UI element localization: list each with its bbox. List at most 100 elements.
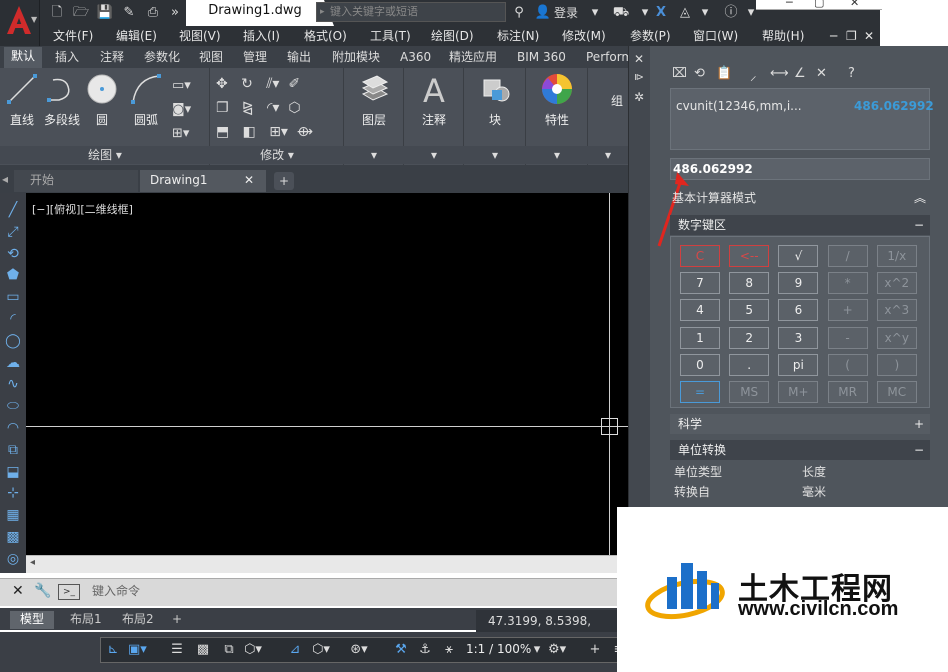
key-memory-clear[interactable]: MC bbox=[876, 381, 917, 403]
key-power[interactable]: x^y bbox=[876, 326, 917, 349]
key-5[interactable]: 5 bbox=[729, 299, 770, 322]
annotation-scale-icon[interactable]: ⚹ bbox=[440, 641, 458, 659]
make-block-icon[interactable]: ⬓ bbox=[2, 462, 24, 484]
command-prompt-icon[interactable]: >_ bbox=[58, 584, 80, 600]
line-button[interactable]: 直线 bbox=[4, 72, 40, 128]
block-button[interactable]: 块 bbox=[470, 72, 520, 128]
zoom-dropdown-icon[interactable]: ▾ bbox=[528, 641, 546, 659]
collapse-chevron-icon[interactable]: ︽ bbox=[914, 189, 926, 206]
application-menu-button[interactable]: ▼ bbox=[0, 0, 40, 46]
key-cube[interactable]: x^3 bbox=[876, 299, 917, 322]
auto-scale-icon[interactable]: ⚓ bbox=[416, 641, 434, 659]
login-dropdown-icon[interactable]: ▾ bbox=[586, 4, 604, 21]
tab-a360[interactable]: A360 bbox=[400, 48, 431, 68]
angle-icon[interactable]: ∠ bbox=[794, 66, 806, 81]
new-file-icon[interactable]: 🗋 bbox=[48, 4, 66, 21]
rotate-icon[interactable]: ↻ bbox=[241, 76, 253, 92]
menu-insert[interactable]: 插入(I) bbox=[243, 26, 280, 46]
horizontal-scrollbar[interactable]: ◂ bbox=[26, 555, 632, 573]
key-8[interactable]: 8 bbox=[729, 272, 770, 295]
key-9[interactable]: 9 bbox=[778, 272, 819, 295]
gizmo-icon[interactable]: ⬡▾ bbox=[312, 641, 330, 659]
number-pad-collapse-icon[interactable]: − bbox=[914, 215, 924, 235]
properties-panel-dropdown[interactable]: ▾ bbox=[526, 146, 588, 164]
convert-from-row[interactable]: 转换自 毫米 bbox=[670, 482, 930, 502]
dynamic-ucs-icon[interactable]: ⊿ bbox=[286, 641, 304, 659]
customize-wrench-icon[interactable]: 🔧 bbox=[34, 583, 51, 599]
tab-featured-apps[interactable]: 精选应用 bbox=[449, 48, 497, 68]
distance-icon[interactable]: ⟷ bbox=[770, 66, 789, 81]
key-backspace[interactable]: <-- bbox=[729, 245, 770, 267]
menu-help[interactable]: 帮助(H) bbox=[762, 26, 804, 46]
key-equals[interactable]: = bbox=[680, 381, 720, 403]
insert-block-icon[interactable]: ⧉ bbox=[2, 440, 24, 462]
zoom-scale[interactable]: 1:1 / 100% bbox=[466, 642, 531, 656]
ellipse-arc-icon[interactable]: ◠ bbox=[2, 418, 24, 440]
line-tool-icon[interactable]: ╱ bbox=[2, 200, 24, 222]
key-sqrt[interactable]: √ bbox=[778, 245, 819, 267]
hatch-tool-icon[interactable]: ▦ bbox=[2, 505, 24, 527]
print-icon[interactable]: ⎙ bbox=[144, 4, 162, 21]
tab-annotate[interactable]: 注释 bbox=[100, 48, 124, 68]
tab-layout2[interactable]: 布局2 bbox=[112, 611, 164, 629]
history-result[interactable]: 486.062992 bbox=[854, 99, 934, 113]
key-reciprocal[interactable]: 1/x bbox=[876, 245, 917, 267]
menu-format[interactable]: 格式(O) bbox=[304, 26, 347, 46]
unit-conversion-collapse-icon[interactable]: − bbox=[914, 440, 924, 460]
polygon-icon[interactable]: ⬟ bbox=[2, 265, 24, 287]
tab-insert[interactable]: 插入 bbox=[55, 48, 79, 68]
key-memory-recall[interactable]: MR bbox=[827, 381, 868, 403]
lineweight-icon[interactable]: ☰ bbox=[168, 641, 186, 659]
menu-view[interactable]: 视图(V) bbox=[179, 26, 221, 46]
key-1[interactable]: 1 bbox=[680, 326, 720, 349]
key-decimal[interactable]: . bbox=[729, 353, 770, 376]
get-coordinates-icon[interactable]: ⸝ bbox=[750, 66, 757, 84]
help-icon[interactable]: ⓘ bbox=[722, 4, 740, 21]
intersection-icon[interactable]: ✕ bbox=[816, 66, 827, 81]
tab-default[interactable]: 默认 bbox=[4, 47, 42, 68]
revision-cloud-icon[interactable]: ☁ bbox=[2, 353, 24, 375]
tab-parametric[interactable]: 参数化 bbox=[144, 48, 180, 68]
key-square[interactable]: x^2 bbox=[876, 272, 917, 295]
point-icon[interactable]: ⊹ bbox=[2, 483, 24, 505]
arc-tool-icon[interactable]: ◜ bbox=[2, 309, 24, 331]
array-icon[interactable]: ⊞▾ bbox=[269, 124, 288, 140]
key-close-paren[interactable]: ) bbox=[876, 353, 917, 376]
drawing-canvas[interactable] bbox=[26, 193, 632, 555]
key-plus[interactable]: + bbox=[827, 299, 868, 322]
scale-icon[interactable]: ◧ bbox=[243, 124, 256, 140]
paste-icon[interactable]: 📋 bbox=[716, 66, 732, 81]
binoculars-icon[interactable]: ⚲ bbox=[510, 4, 528, 21]
unit-conversion-header[interactable]: 单位转换 − bbox=[670, 440, 930, 460]
3d-osnap-icon[interactable]: ⬡▾ bbox=[244, 641, 262, 659]
arc-button[interactable]: 圆弧 bbox=[126, 72, 166, 128]
a360-icon[interactable]: ◬ bbox=[676, 4, 694, 21]
menu-modify[interactable]: 修改(M) bbox=[562, 26, 606, 46]
key-open-paren[interactable]: ( bbox=[827, 353, 868, 376]
calc-input-field[interactable]: 486.062992 bbox=[670, 158, 930, 180]
history-area[interactable] bbox=[670, 88, 930, 150]
calc-help-icon[interactable]: ? bbox=[848, 66, 855, 81]
copy-icon[interactable]: ❐ bbox=[216, 100, 229, 116]
key-divide[interactable]: / bbox=[827, 245, 868, 267]
tab-performance[interactable]: Perform bbox=[586, 48, 633, 68]
table-icon[interactable]: ⊞▾ bbox=[172, 122, 202, 146]
exchange-icon[interactable]: X bbox=[652, 4, 670, 21]
menu-window[interactable]: 窗口(W) bbox=[693, 26, 738, 46]
more-tools-icon[interactable]: » bbox=[166, 4, 184, 21]
snap-icon[interactable]: ▣▾ bbox=[128, 641, 147, 659]
open-file-icon[interactable]: 🗁 bbox=[72, 4, 90, 21]
group-panel-dropdown[interactable]: ▾ bbox=[588, 146, 628, 164]
key-minus[interactable]: - bbox=[827, 326, 868, 349]
menu-tools[interactable]: 工具(T) bbox=[370, 26, 411, 46]
key-3[interactable]: 3 bbox=[778, 326, 819, 349]
stretch-icon[interactable]: ⬒ bbox=[216, 124, 229, 140]
workspace-gear-icon[interactable]: ⚙▾ bbox=[548, 641, 566, 659]
spline-icon[interactable]: ∿ bbox=[2, 374, 24, 396]
menu-draw[interactable]: 绘图(D) bbox=[431, 26, 474, 46]
layer-button[interactable]: 图层 bbox=[350, 72, 398, 128]
user-icon[interactable]: 👤 bbox=[534, 4, 552, 21]
block-panel-dropdown[interactable]: ▾ bbox=[464, 146, 526, 164]
modify-panel-title[interactable]: 修改 ▾ bbox=[210, 146, 344, 164]
key-7[interactable]: 7 bbox=[680, 272, 720, 295]
